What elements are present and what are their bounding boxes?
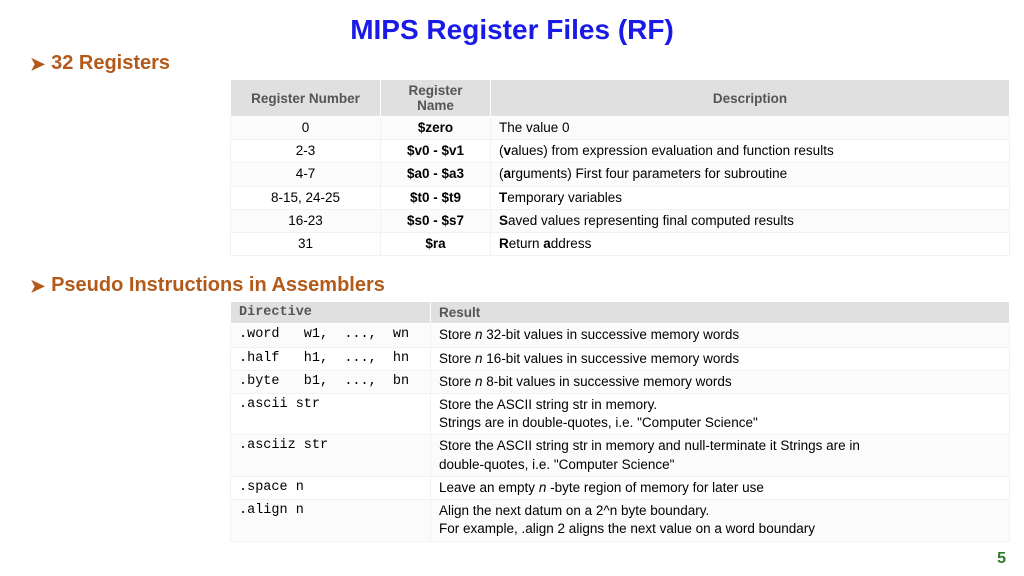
directives-table: Directive Result .word w1, ..., wn Store… — [230, 301, 1010, 541]
cell: .space n — [231, 476, 431, 499]
table-row: 16-23 $s0 - $s7 Saved values representin… — [231, 209, 1010, 232]
table-row: .half h1, ..., hn Store n 16-bit values … — [231, 347, 1010, 370]
cell: .asciiz str — [231, 435, 431, 476]
cell: Store the ASCII string str in memory and… — [431, 435, 1010, 476]
cell: $a0 - $a3 — [381, 163, 491, 186]
slide: MIPS Register Files (RF) ➤ 32 Registers … — [0, 0, 1024, 576]
section-title: Pseudo Instructions in Assemblers — [51, 274, 385, 297]
cell: Store n 32-bit values in successive memo… — [431, 324, 1010, 347]
col-header: Result — [431, 302, 1010, 324]
cell: $ra — [381, 233, 491, 256]
cell: .align n — [231, 500, 431, 541]
page-title: MIPS Register Files (RF) — [30, 14, 994, 46]
cell: 16-23 — [231, 209, 381, 232]
cell: .word w1, ..., wn — [231, 324, 431, 347]
table-header-row: Directive Result — [231, 302, 1010, 324]
section-header-pseudo: ➤ Pseudo Instructions in Assemblers — [30, 274, 994, 297]
cell: (arguments) First four parameters for su… — [491, 163, 1010, 186]
table-row: .byte b1, ..., bn Store n 8-bit values i… — [231, 370, 1010, 393]
col-header: Register Number — [231, 80, 381, 117]
cell: $zero — [381, 117, 491, 140]
table-row: .asciiz str Store the ASCII string str i… — [231, 435, 1010, 476]
chevron-right-icon: ➤ — [30, 277, 45, 295]
table-header-row: Register Number Register Name Descriptio… — [231, 80, 1010, 117]
cell: 2-3 — [231, 140, 381, 163]
cell: Temporary variables — [491, 186, 1010, 209]
col-header: Directive — [231, 302, 431, 324]
directives-table-wrap: Directive Result .word w1, ..., wn Store… — [230, 301, 994, 541]
cell: (values) from expression evaluation and … — [491, 140, 1010, 163]
cell: 8-15, 24-25 — [231, 186, 381, 209]
cell: .ascii str — [231, 393, 431, 434]
col-header: Description — [491, 80, 1010, 117]
table-row: 2-3 $v0 - $v1 (values) from expression e… — [231, 140, 1010, 163]
cell: Align the next datum on a 2^n byte bound… — [431, 500, 1010, 541]
registers-table: Register Number Register Name Descriptio… — [230, 79, 1010, 256]
table-row: 31 $ra Return address — [231, 233, 1010, 256]
cell: Store n 8-bit values in successive memor… — [431, 370, 1010, 393]
cell: 4-7 — [231, 163, 381, 186]
table-row: 8-15, 24-25 $t0 - $t9 Temporary variable… — [231, 186, 1010, 209]
section-title: 32 Registers — [51, 52, 170, 75]
registers-table-wrap: Register Number Register Name Descriptio… — [230, 79, 994, 256]
page-number: 5 — [997, 550, 1006, 568]
cell: $s0 - $s7 — [381, 209, 491, 232]
cell: Store the ASCII string str in memory.Str… — [431, 393, 1010, 434]
cell: Return address — [491, 233, 1010, 256]
cell: .half h1, ..., hn — [231, 347, 431, 370]
cell: Leave an empty n -byte region of memory … — [431, 476, 1010, 499]
chevron-right-icon: ➤ — [30, 55, 45, 73]
section-header-registers: ➤ 32 Registers — [30, 52, 994, 75]
cell: .byte b1, ..., bn — [231, 370, 431, 393]
table-row: 0 $zero The value 0 — [231, 117, 1010, 140]
cell: Saved values representing final computed… — [491, 209, 1010, 232]
table-row: .space n Leave an empty n -byte region o… — [231, 476, 1010, 499]
table-row: 4-7 $a0 - $a3 (arguments) First four par… — [231, 163, 1010, 186]
table-row: .align n Align the next datum on a 2^n b… — [231, 500, 1010, 541]
cell: 31 — [231, 233, 381, 256]
table-row: .word w1, ..., wn Store n 32-bit values … — [231, 324, 1010, 347]
table-row: .ascii str Store the ASCII string str in… — [231, 393, 1010, 434]
cell: $v0 - $v1 — [381, 140, 491, 163]
cell: Store n 16-bit values in successive memo… — [431, 347, 1010, 370]
cell: 0 — [231, 117, 381, 140]
cell: $t0 - $t9 — [381, 186, 491, 209]
cell: The value 0 — [491, 117, 1010, 140]
col-header: Register Name — [381, 80, 491, 117]
